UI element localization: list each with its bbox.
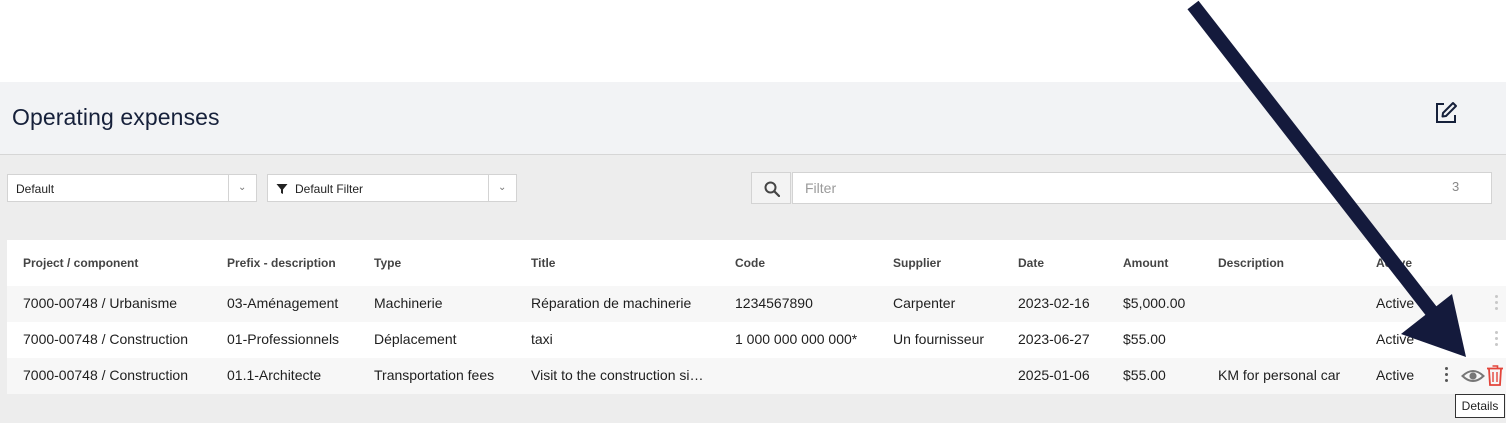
cell-type: Déplacement bbox=[374, 331, 457, 347]
cell-amount: $5,000.00 bbox=[1123, 295, 1186, 311]
cell-project: 7000-00748 / Urbanisme bbox=[23, 295, 178, 311]
edit-button[interactable] bbox=[1433, 100, 1459, 126]
cell-prefix: 01.1-Architecte bbox=[227, 367, 322, 383]
col-header-date[interactable]: Date bbox=[1018, 256, 1044, 270]
cell-title: Réparation de machinerie bbox=[531, 295, 692, 311]
view-select-value: Default bbox=[16, 182, 55, 196]
page-title: Operating expenses bbox=[12, 104, 220, 130]
chevron-down-icon: ⌄ bbox=[498, 182, 507, 193]
expenses-table: Project / component Prefix - description… bbox=[7, 240, 1506, 394]
cell-active: Active bbox=[1376, 367, 1415, 383]
filter-icon bbox=[276, 184, 288, 194]
cell-supplier: Carpenter bbox=[893, 295, 956, 311]
cell-type: Machinerie bbox=[374, 295, 443, 311]
details-tooltip: Details bbox=[1455, 394, 1505, 418]
search-button[interactable] bbox=[751, 172, 791, 204]
cell-title: taxi bbox=[531, 331, 553, 347]
trash-icon bbox=[1487, 365, 1503, 386]
eye-icon bbox=[1461, 370, 1485, 382]
cell-project: 7000-00748 / Construction bbox=[23, 367, 188, 383]
cell-type: Transportation fees bbox=[374, 367, 495, 383]
col-header-description[interactable]: Description bbox=[1218, 256, 1284, 270]
col-header-code[interactable]: Code bbox=[735, 256, 765, 270]
cell-project: 7000-00748 / Construction bbox=[23, 331, 188, 347]
kebab-menu-icon[interactable] bbox=[1495, 331, 1499, 349]
cell-title: Visit to the construction si… bbox=[531, 367, 704, 383]
edit-icon bbox=[1436, 102, 1457, 123]
col-header-project[interactable]: Project / component bbox=[23, 256, 138, 270]
col-header-prefix[interactable]: Prefix - description bbox=[227, 256, 336, 270]
cell-description: KM for personal car bbox=[1218, 367, 1341, 383]
chevron-down-icon: ⌄ bbox=[238, 182, 247, 193]
cell-active: Active bbox=[1376, 331, 1415, 347]
cell-supplier: Un fournisseur bbox=[893, 331, 985, 347]
result-count: 3 bbox=[1452, 179, 1460, 194]
cell-date: 2023-02-16 bbox=[1018, 295, 1090, 311]
col-header-supplier[interactable]: Supplier bbox=[893, 256, 941, 270]
table-row[interactable]: 7000-00748 / Construction 01.1-Architect… bbox=[7, 358, 1506, 394]
table-row[interactable]: 7000-00748 / Urbanisme 03-Aménagement Ma… bbox=[7, 286, 1506, 322]
cell-amount: $55.00 bbox=[1123, 331, 1166, 347]
header-bar bbox=[0, 82, 1506, 155]
table-header: Project / component Prefix - description… bbox=[7, 240, 1506, 286]
cell-active: Active bbox=[1376, 295, 1415, 311]
table-row[interactable]: 7000-00748 / Construction 01-Professionn… bbox=[7, 322, 1506, 358]
col-header-title[interactable]: Title bbox=[531, 256, 555, 270]
cell-prefix: 01-Professionnels bbox=[227, 331, 340, 347]
select-divider bbox=[228, 175, 229, 201]
filter-select-value: Default Filter bbox=[295, 182, 364, 196]
view-select[interactable]: Default ⌄ bbox=[7, 174, 257, 202]
select-divider bbox=[488, 175, 489, 201]
cell-code: 1 000 000 000 000* bbox=[735, 331, 858, 347]
cell-date: 2025-01-06 bbox=[1018, 367, 1090, 383]
search-icon bbox=[764, 181, 780, 197]
cell-prefix: 03-Aménagement bbox=[227, 295, 339, 311]
cell-amount: $55.00 bbox=[1123, 367, 1166, 383]
kebab-menu-icon[interactable] bbox=[1445, 367, 1449, 385]
filter-input[interactable] bbox=[792, 172, 1492, 204]
cell-code: 1234567890 bbox=[735, 295, 813, 311]
col-header-active[interactable]: Active bbox=[1376, 256, 1412, 270]
col-header-amount[interactable]: Amount bbox=[1123, 256, 1168, 270]
details-button[interactable] bbox=[1461, 366, 1485, 386]
col-header-type[interactable]: Type bbox=[374, 256, 401, 270]
delete-button[interactable] bbox=[1486, 364, 1504, 386]
cell-date: 2023-06-27 bbox=[1018, 331, 1090, 347]
filter-select[interactable]: Default Filter ⌄ bbox=[267, 174, 517, 202]
kebab-menu-icon[interactable] bbox=[1495, 295, 1499, 313]
